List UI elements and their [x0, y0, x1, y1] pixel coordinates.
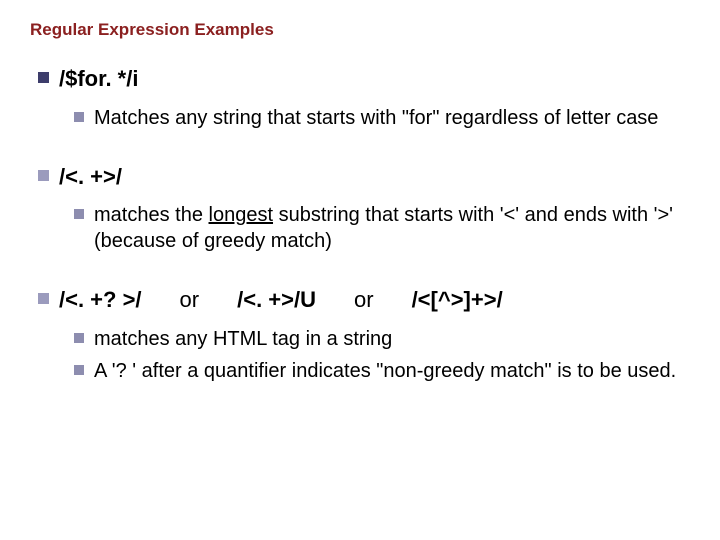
description-text: matches the longest substring that start…: [94, 202, 690, 254]
square-bullet-icon: [38, 293, 49, 304]
square-bullet-icon: [38, 170, 49, 181]
bullet-level1: /<. +>/: [38, 163, 690, 191]
square-bullet-icon: [74, 365, 84, 375]
page-title: Regular Expression Examples: [30, 20, 690, 40]
description-text: matches any HTML tag in a string: [94, 326, 392, 352]
description-text: A '? ' after a quantifier indicates "non…: [94, 358, 676, 384]
bullet-level1: /$for. */i: [38, 65, 690, 93]
square-bullet-icon: [38, 72, 49, 83]
square-bullet-icon: [74, 112, 84, 122]
regex-pattern: /<. +>/: [59, 163, 122, 191]
bullet-level2: Matches any string that starts with "for…: [74, 105, 690, 131]
square-bullet-icon: [74, 209, 84, 219]
bullet-level1: /<. +? >/or/<. +>/Uor/<[^>]+>/: [38, 286, 690, 314]
regex-pattern-group: /<. +? >/or/<. +>/Uor/<[^>]+>/: [59, 286, 503, 314]
bullet-level2: matches the longest substring that start…: [74, 202, 690, 254]
square-bullet-icon: [74, 333, 84, 343]
bullet-level2: matches any HTML tag in a string: [74, 326, 690, 352]
regex-pattern: /$for. */i: [59, 65, 138, 93]
bullet-level2: A '? ' after a quantifier indicates "non…: [74, 358, 690, 384]
description-text: Matches any string that starts with "for…: [94, 105, 658, 131]
